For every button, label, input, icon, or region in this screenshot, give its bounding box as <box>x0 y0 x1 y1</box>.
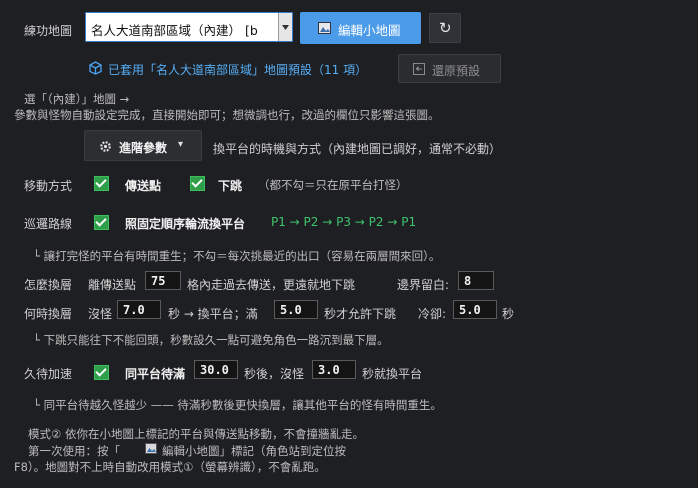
caret-down-icon: ▾ <box>178 139 184 150</box>
wait-duration-input[interactable]: 30.0 <box>194 360 238 379</box>
teleport-checkbox[interactable] <box>94 176 109 191</box>
chevron-down-icon <box>278 13 292 41</box>
wait-note: └ 同平台待越久怪越少 —— 待滿秒數後更快換層，讓其他平台的怪有時間重生。 <box>33 398 442 412</box>
cooldown-input[interactable]: 5.0 <box>453 300 497 319</box>
hint-line-1: 選「（內建）」地圖 → <box>24 92 130 106</box>
down-jump-checkbox[interactable] <box>190 176 205 191</box>
teleport-range-post: 格內走過去傳送，更遠就地下跳 <box>187 278 356 292</box>
picture-icon <box>318 22 331 37</box>
patrol-label-text: 照固定順序輪流換平台 <box>125 217 246 231</box>
when-note: └ 下跳只能往下不能回頭，秒數設久一點可避免角色一路沉到最下層。 <box>33 333 389 347</box>
edge-margin-input[interactable]: 8 <box>458 271 494 290</box>
wait-checkbox[interactable] <box>94 365 109 380</box>
wait-mid: 秒後，沒怪 <box>244 367 305 381</box>
wait-post: 秒就換平台 <box>362 367 423 381</box>
advanced-desc: 換平台的時機與方式（內建地圖已調好，通常不必動） <box>213 142 502 156</box>
patrol-checkbox[interactable] <box>94 215 109 230</box>
restore-default-button[interactable]: 還原預設 <box>398 54 501 83</box>
wait-no-mob-input[interactable]: 3.0 <box>312 360 356 379</box>
restore-default-label: 還原預設 <box>432 64 481 78</box>
edit-minimap-button[interactable]: 編輯小地圖 <box>300 12 421 44</box>
refresh-icon: ↻ <box>439 19 452 37</box>
advanced-params-label: 進階參數 <box>119 141 168 155</box>
wait-label: 久待加速 <box>24 367 73 381</box>
mode-line-3: F8）。地圖對不上時自動改用模式①（螢幕辨識），不會亂跑。 <box>14 460 326 474</box>
move-note: （都不勾＝只在原平台打怪） <box>258 178 408 192</box>
no-mob-input[interactable]: 7.0 <box>117 300 161 319</box>
when-label: 何時換層 <box>24 307 73 321</box>
gear-icon <box>99 140 112 156</box>
mode-line-2: 第一次使用：按「 <box>28 444 120 458</box>
teleport-range-input[interactable]: 75 <box>145 271 181 290</box>
switch-text: 秒 → 換平台；滿 <box>168 307 258 321</box>
wait-opt: 同平台待滿 <box>125 367 186 381</box>
hint-line-2: 參數與怪物自動設定完成，直接開始即可；想微調也行，改過的欄位只影響這張圖。 <box>14 108 440 122</box>
mode-line-2b: 編輯小地圖」標記（角色站到定位按 <box>162 444 346 458</box>
patrol-note: └ 讓打完怪的平台有時間重生；不勾＝每次挑最近的出口（容易在兩層間來回）。 <box>33 249 441 263</box>
teleport-range-pre: 離傳送點 <box>88 278 137 292</box>
move-label: 移動方式 <box>24 179 73 193</box>
edit-minimap-label: 編輯小地圖 <box>338 23 401 38</box>
advanced-params-button[interactable]: 進階參數 ▾ <box>84 130 202 161</box>
cooldown-label: 冷卻: <box>418 307 447 321</box>
mode-line-1: 模式② 依你在小地圖上標記的平台與傳送點移動，不會撞牆亂走。 <box>28 427 364 441</box>
refresh-button[interactable]: ↻ <box>429 13 461 43</box>
edge-margin-label: 邊界留白: <box>397 278 450 292</box>
map-select-value: 名人大道南部區域（內建） [b <box>91 23 258 38</box>
map-label: 練功地圖 <box>24 24 73 38</box>
patrol-label: 巡邏路線 <box>24 217 73 231</box>
map-select[interactable]: 名人大道南部區域（內建） [b <box>85 12 293 42</box>
full-wait-input[interactable]: 5.0 <box>274 300 318 319</box>
cube-icon <box>89 61 102 78</box>
patrol-route: P1 → P2 → P3 → P2 → P1 <box>271 215 417 229</box>
cooldown-sec: 秒 <box>502 307 515 321</box>
picture-icon-inline <box>145 443 157 457</box>
floor-label: 怎麼換層 <box>24 278 73 292</box>
down-jump-label: 下跳 <box>218 179 243 193</box>
preset-status: 已套用「名人大道南部區域」地圖預設（11 項） <box>108 63 368 77</box>
restore-icon <box>413 63 425 78</box>
teleport-label: 傳送點 <box>125 179 162 193</box>
no-mob-label: 沒怪 <box>88 307 113 321</box>
allow-jump-text: 秒才允許下跳 <box>324 307 397 321</box>
